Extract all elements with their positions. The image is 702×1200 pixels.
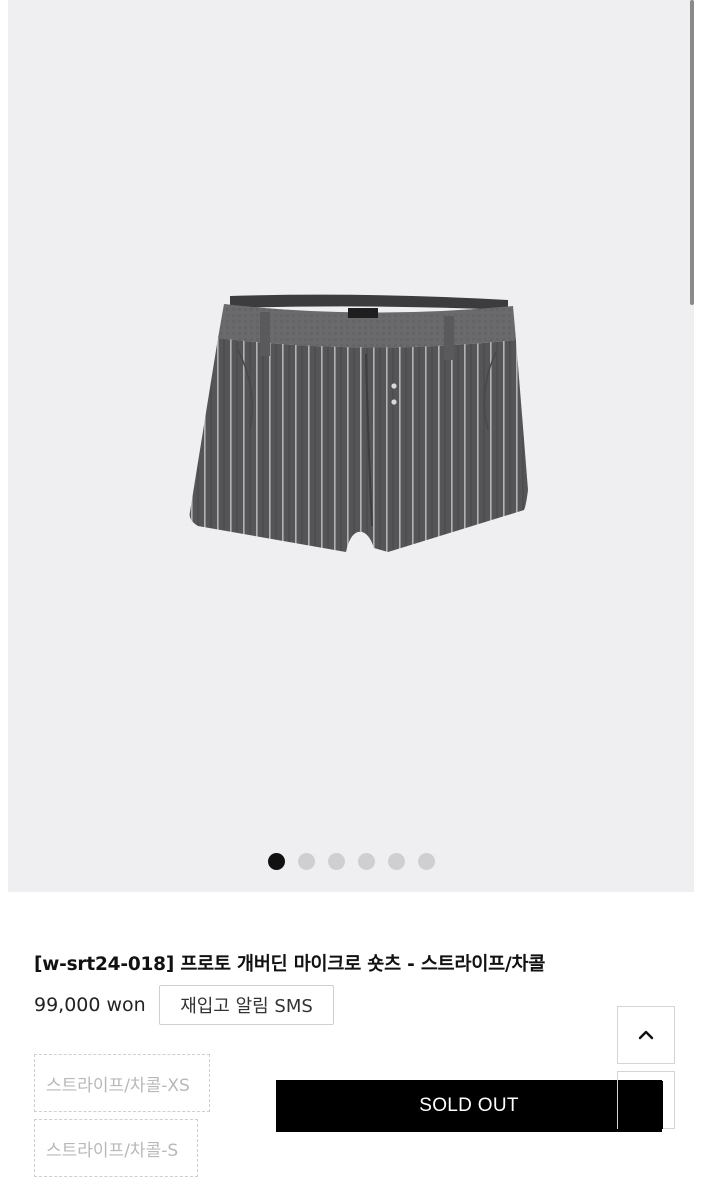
gallery-dot-1[interactable] bbox=[268, 853, 285, 870]
floating-button-overlay bbox=[618, 1081, 663, 1129]
gallery-dot-2[interactable] bbox=[298, 853, 315, 870]
floating-button[interactable] bbox=[617, 1071, 675, 1129]
option-xs[interactable]: 스트라이프/차콜-XS bbox=[34, 1054, 210, 1112]
product-image bbox=[189, 294, 528, 552]
scrollbar[interactable] bbox=[690, 0, 694, 305]
gallery-dot-4[interactable] bbox=[358, 853, 375, 870]
gallery-dot-5[interactable] bbox=[388, 853, 405, 870]
gallery-dot-3[interactable] bbox=[328, 853, 345, 870]
gallery-pagination bbox=[268, 853, 435, 871]
product-image-gallery[interactable] bbox=[8, 0, 694, 892]
product-price: 99,000 won bbox=[34, 994, 146, 1016]
sold-out-button[interactable]: SOLD OUT bbox=[276, 1080, 662, 1132]
scroll-top-button[interactable] bbox=[617, 1006, 675, 1064]
gallery-dot-6[interactable] bbox=[418, 853, 435, 870]
product-page: [w-srt24-018] 프로토 개버딘 마이크로 숏츠 - 스트라이프/차콜… bbox=[0, 0, 702, 1200]
restock-sms-button[interactable]: 재입고 알림 SMS bbox=[159, 985, 334, 1025]
option-s[interactable]: 스트라이프/차콜-S bbox=[34, 1119, 198, 1177]
chevron-up-icon bbox=[638, 1030, 654, 1040]
product-title: [w-srt24-018] 프로토 개버딘 마이크로 숏츠 - 스트라이프/차콜 bbox=[34, 954, 546, 975]
